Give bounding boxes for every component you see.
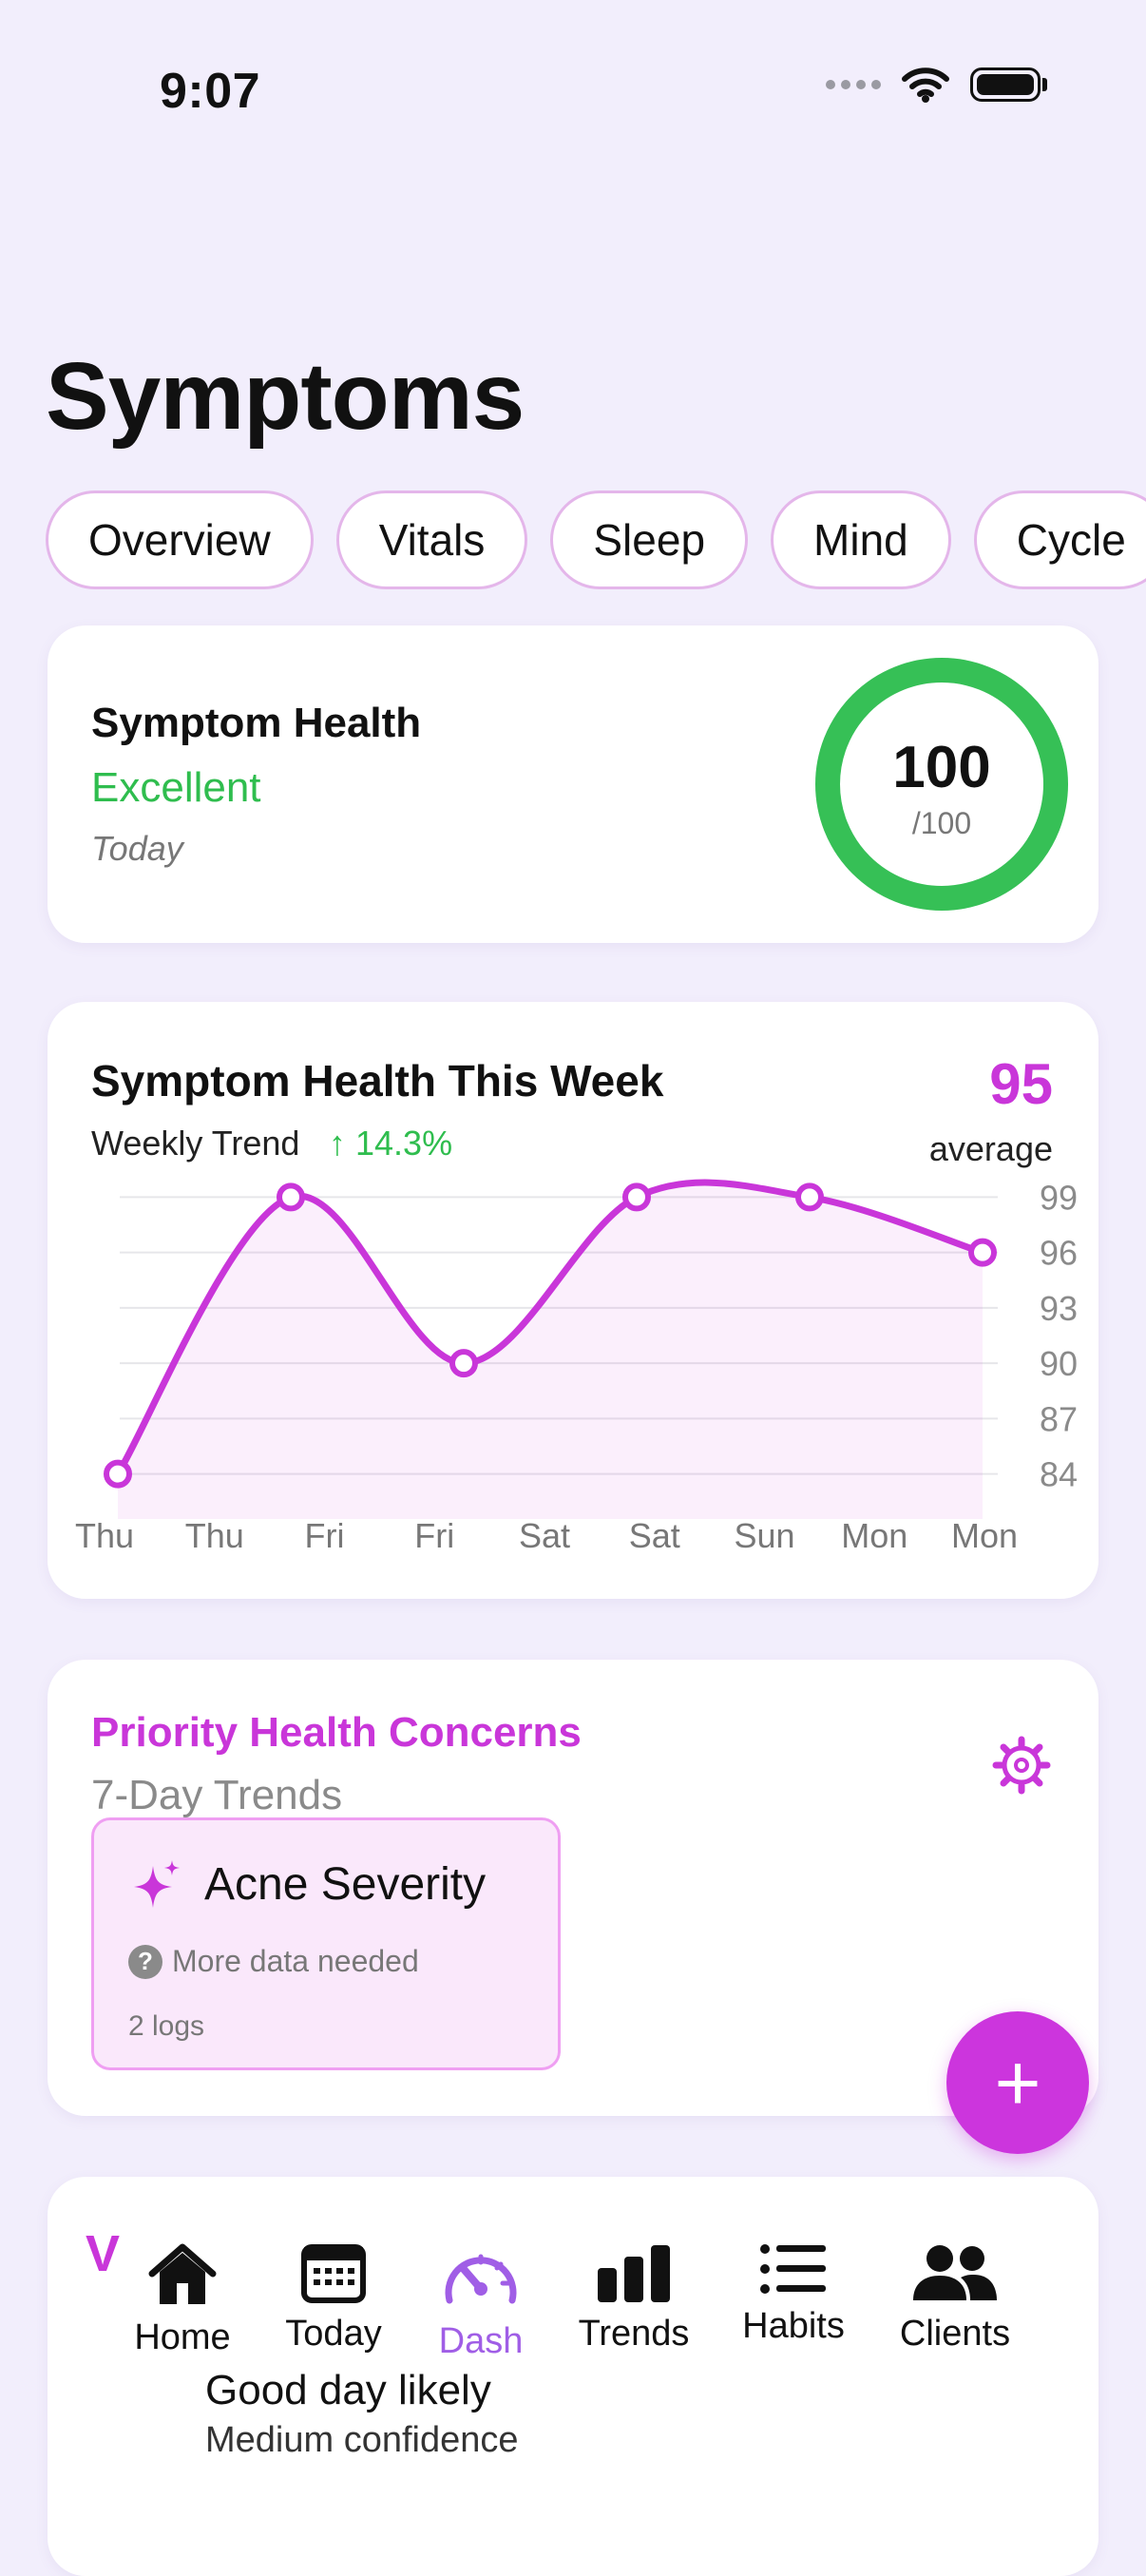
category-tabs: Overview Vitals Sleep Mind Cycle — [46, 490, 1146, 589]
weekly-trend-card[interactable]: Symptom Health This Week Weekly Trend ↑ … — [48, 1002, 1098, 1599]
x-tick-label: Fri — [305, 1516, 345, 1555]
tab-label: Home — [134, 2317, 231, 2357]
home-icon — [148, 2243, 217, 2304]
page-title: Symptoms — [46, 343, 525, 450]
tab-mind[interactable]: Mind — [771, 490, 951, 589]
concern-tile-acne[interactable]: Acne Severity ? More data needed 2 logs — [91, 1817, 561, 2070]
status-time: 9:07 — [160, 64, 261, 119]
data-point — [104, 1459, 132, 1489]
weekly-line-chart: 99 96 93 90 87 84 Thu Thu Fri Fri Sat Sat Sun Mon Mon — [75, 1178, 1078, 1555]
card-title: Priority Health Concerns — [91, 1709, 582, 1756]
tab-label: Clients — [899, 2314, 1011, 2354]
x-tick-label: Sun — [734, 1516, 794, 1555]
tab-label: Dash — [438, 2321, 524, 2361]
prediction-confidence: Medium confidence — [205, 2420, 519, 2460]
tab-home[interactable]: Home — [102, 2241, 263, 2358]
tab-habits[interactable]: Habits — [713, 2241, 874, 2347]
concern-name: Acne Severity — [204, 1859, 487, 1910]
users-icon — [913, 2245, 997, 2300]
concern-status: ? More data needed — [128, 1944, 419, 1979]
calendar-icon — [301, 2244, 366, 2303]
health-date: Today — [91, 829, 183, 868]
status-icons — [826, 67, 1047, 103]
tab-clients[interactable]: Clients — [874, 2241, 1036, 2355]
card-subtitle: 7-Day Trends — [91, 1772, 343, 1818]
x-tick-label: Mon — [951, 1516, 1018, 1555]
tab-sleep[interactable]: Sleep — [550, 490, 749, 589]
y-tick-label: 90 — [1040, 1344, 1078, 1383]
y-tick-label: 84 — [1040, 1455, 1078, 1494]
tab-overview[interactable]: Overview — [46, 490, 314, 589]
y-tick-label: 87 — [1040, 1399, 1078, 1438]
card-title: Symptom Health — [91, 700, 422, 746]
question-icon: ? — [128, 1944, 162, 1979]
tab-label: Trends — [578, 2314, 690, 2354]
priority-concerns-card: Priority Health Concerns 7-Day Trends Ac… — [48, 1660, 1098, 2116]
tab-vitals[interactable]: Vitals — [335, 490, 528, 589]
symptom-health-card[interactable]: Symptom Health Excellent Today 100 /100 — [48, 625, 1098, 943]
sparkle-icon — [134, 1860, 180, 1908]
cellular-dots-icon — [826, 80, 881, 89]
tab-today[interactable]: Today — [253, 2241, 414, 2355]
list-icon — [760, 2244, 826, 2294]
concern-log-count: 2 logs — [128, 2010, 205, 2042]
data-point — [277, 1182, 305, 1212]
tab-cycle[interactable]: Cycle — [973, 490, 1146, 589]
score-max: /100 — [911, 806, 972, 840]
x-tick-label: Thu — [75, 1516, 134, 1555]
bar-chart-icon — [598, 2245, 670, 2302]
data-point — [622, 1182, 651, 1212]
battery-icon — [970, 67, 1041, 102]
battery-tip — [1042, 78, 1047, 91]
x-tick-label: Fri — [414, 1516, 454, 1555]
x-tick-label: Thu — [185, 1516, 244, 1555]
data-point — [795, 1182, 824, 1212]
concern-status-text: More data needed — [172, 1944, 419, 1978]
bottom-tab-bar: Home Today Dash Trends Habits Clients — [0, 2205, 1146, 2376]
score-value: 100 — [892, 735, 991, 800]
y-tick-label: 93 — [1040, 1289, 1078, 1328]
tab-trends[interactable]: Trends — [553, 2241, 715, 2355]
tab-label: Today — [285, 2314, 382, 2354]
y-tick-label: 96 — [1040, 1234, 1078, 1273]
add-button[interactable]: + — [946, 2011, 1089, 2154]
gauge-icon — [445, 2254, 517, 2304]
x-tick-label: Sat — [519, 1516, 570, 1555]
wifi-icon — [902, 67, 949, 103]
x-tick-label: Sat — [629, 1516, 680, 1555]
tab-label: Habits — [742, 2306, 845, 2346]
gear-icon[interactable] — [990, 1734, 1053, 1797]
tab-dash[interactable]: Dash — [400, 2241, 562, 2362]
health-status: Excellent — [91, 764, 261, 811]
data-point — [449, 1349, 478, 1378]
x-tick-label: Mon — [841, 1516, 907, 1555]
y-tick-label: 99 — [1040, 1178, 1078, 1217]
data-point — [968, 1238, 997, 1267]
